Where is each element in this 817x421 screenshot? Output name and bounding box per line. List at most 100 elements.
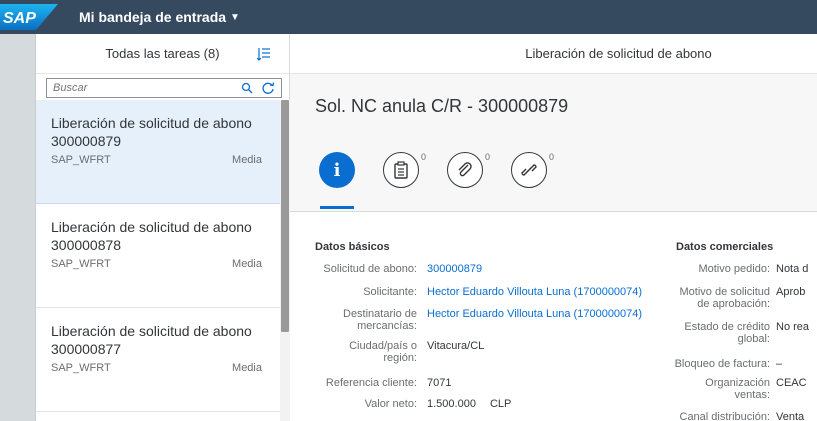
field-row: Ciudad/país o región: Vitacura/CL	[315, 340, 484, 364]
commercial-data-section: Datos comerciales	[676, 241, 773, 253]
item-title: Liberación de solicitud de abono 3000008…	[51, 322, 262, 358]
field-label-line: región:	[383, 352, 417, 364]
sort-icon[interactable]	[257, 47, 271, 61]
field-row: Referencia cliente: 7071	[315, 377, 452, 389]
field-value: CEAC	[776, 377, 807, 389]
item-title-line: Liberación de solicitud de abono	[51, 115, 252, 131]
master-header: Todas las tareas (8)	[36, 34, 289, 74]
field-label: Organización ventas:	[668, 377, 770, 401]
requester-link[interactable]: Hector Eduardo Villouta Luna (1700000074…	[427, 286, 642, 298]
credit-request-link[interactable]: 300000879	[427, 263, 482, 275]
app-title: Mi bandeja de entrada	[79, 9, 227, 25]
item-number: 300000879	[51, 133, 122, 149]
field-row: Motivo de solicitud de aprobación: Aprob	[668, 286, 806, 310]
tab-selected-indicator	[320, 206, 354, 209]
tab-attachments[interactable]	[447, 152, 483, 188]
currency-value: CLP	[489, 398, 512, 410]
scrollbar-thumb[interactable]	[281, 100, 289, 332]
detail-page-title: Liberación de solicitud de abono	[525, 46, 712, 61]
master-title: Todas las tareas (8)	[105, 46, 220, 61]
refresh-icon[interactable]	[261, 81, 275, 95]
info-icon: i	[333, 159, 341, 181]
field-label: Motivo pedido:	[698, 263, 770, 275]
link-icon	[521, 164, 537, 176]
item-priority: Media	[232, 362, 262, 374]
tab-info[interactable]: i	[319, 152, 355, 188]
field-row: Estado de crédito global: No rea	[668, 321, 809, 345]
detail-pane: Liberación de solicitud de abono Sol. NC…	[290, 34, 817, 421]
field-label: Bloqueo de factura:	[674, 358, 770, 370]
field-label-line: de aprobación:	[697, 298, 770, 310]
field-label-line: mercancías:	[357, 320, 417, 332]
item-creator: SAP_WFRT	[51, 362, 111, 374]
field-value: 7071	[427, 377, 452, 389]
basic-data-title: Datos básicos	[315, 241, 390, 253]
shell-bar: SAP Mi bandeja de entrada ▼	[0, 0, 817, 34]
item-creator: SAP_WFRT	[51, 258, 111, 270]
object-header: Sol. NC anula C/R - 300000879	[290, 74, 817, 140]
field-value: Venta	[776, 411, 805, 421]
field-label-line: Ciudad/país o	[349, 340, 417, 352]
list-scrollbar[interactable]	[280, 100, 290, 421]
list-item[interactable]: Liberación de solicitud de abono 3000008…	[36, 100, 280, 204]
svg-text:SAP: SAP	[3, 10, 36, 27]
item-title: Liberación de solicitud de abono 3000008…	[51, 218, 262, 254]
field-row: Canal distribución: Venta	[668, 411, 805, 421]
field-row: Bloqueo de factura: –	[668, 358, 783, 370]
field-row: Solicitud de abono: 300000879	[315, 263, 482, 275]
tab-notes[interactable]	[383, 152, 419, 188]
detail-header: Liberación de solicitud de abono	[290, 34, 817, 74]
field-label: Ciudad/país o región:	[315, 340, 417, 364]
clipboard-icon	[394, 161, 408, 179]
field-label: Canal distribución:	[679, 411, 771, 421]
field-row: Motivo pedido: Nota d	[668, 263, 808, 275]
master-list-pane: Todas las tareas (8) Liberación de solic…	[36, 34, 290, 421]
object-title: Sol. NC anula C/R - 300000879	[315, 96, 569, 116]
item-meta: SAP_WFRT Media	[51, 154, 262, 166]
caret-down-icon: ▼	[230, 11, 240, 23]
item-priority: Media	[232, 154, 262, 166]
item-meta: SAP_WFRT Media	[51, 258, 262, 270]
item-number: 300000877	[51, 341, 122, 357]
field-label: Motivo de solicitud de aprobación:	[668, 286, 771, 310]
field-row: Organización ventas: CEAC	[668, 377, 807, 401]
field-value: Aprob	[776, 286, 806, 298]
field-value: Vitacura/CL	[427, 340, 485, 352]
item-creator: SAP_WFRT	[51, 154, 111, 166]
field-label-line: Destinatario de	[343, 308, 417, 320]
search-icon[interactable]	[241, 82, 253, 94]
item-title: Liberación de solicitud de abono 3000008…	[51, 114, 262, 150]
item-number: 300000878	[51, 237, 122, 253]
tab-notes-count: 0	[421, 152, 427, 162]
field-label: Valor neto:	[364, 398, 417, 410]
field-label-line: global:	[737, 333, 770, 345]
task-list: Liberación de solicitud de abono 3000008…	[36, 100, 280, 412]
field-label-line: Estado de crédito	[684, 321, 770, 333]
field-label-line: ventas:	[734, 389, 770, 401]
app-title-menu[interactable]: Mi bandeja de entrada ▼	[79, 9, 240, 25]
field-label: Destinatario de mercancías:	[315, 308, 417, 332]
field-value: –	[776, 358, 783, 370]
field-label: Referencia cliente:	[325, 377, 417, 389]
tab-links[interactable]	[511, 152, 547, 188]
field-row: Valor neto: 1.500.000 CLP	[315, 398, 512, 410]
field-value: 1.500.000	[427, 398, 476, 410]
basic-data-section: Datos básicos	[315, 241, 390, 253]
field-label: Solicitud de abono:	[323, 263, 417, 275]
search-input[interactable]	[47, 82, 227, 94]
search-field[interactable]	[46, 78, 282, 98]
side-gutter	[0, 34, 36, 421]
list-item[interactable]: Liberación de solicitud de abono 3000008…	[36, 308, 280, 412]
item-title-line: Liberación de solicitud de abono	[51, 323, 252, 339]
icon-tab-bar: i 0 0 0	[290, 140, 817, 212]
item-title-line: Liberación de solicitud de abono	[51, 219, 252, 235]
tab-links-count: 0	[549, 152, 555, 162]
field-label: Estado de crédito global:	[668, 321, 770, 345]
ship-to-link[interactable]: Hector Eduardo Villouta Luna (1700000074…	[427, 308, 642, 332]
sap-logo[interactable]: SAP	[0, 0, 60, 34]
field-row: Destinatario de mercancías: Hector Eduar…	[315, 308, 642, 332]
item-meta: SAP_WFRT Media	[51, 362, 262, 374]
field-row: Solicitante: Hector Eduardo Villouta Lun…	[315, 286, 642, 298]
field-label: Solicitante:	[363, 286, 417, 298]
list-item[interactable]: Liberación de solicitud de abono 3000008…	[36, 204, 280, 308]
